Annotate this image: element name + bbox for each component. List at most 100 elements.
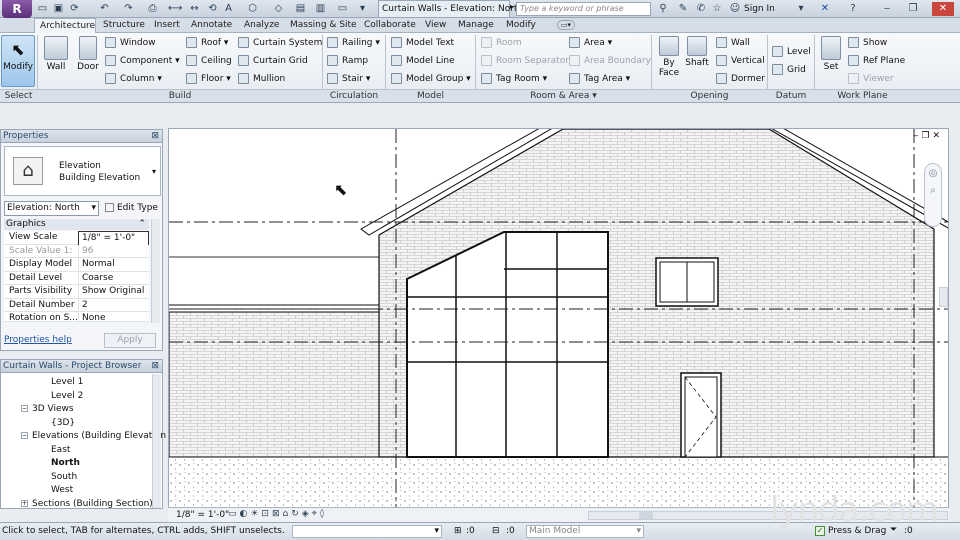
elevation-drawing[interactable] xyxy=(169,129,949,509)
prop-value[interactable]: 2 xyxy=(78,298,149,312)
section-icon[interactable]: ◇ xyxy=(272,2,285,15)
communication-icon[interactable]: ✆ xyxy=(694,2,708,16)
favorites-icon[interactable]: ☆ xyxy=(710,2,724,16)
prop-row[interactable]: View Scale 1/8" = 1'-0" xyxy=(4,231,149,246)
workset-dropdown[interactable]: ▾ xyxy=(292,525,442,538)
sync-icon[interactable]: ⟳ xyxy=(68,2,81,15)
curtain-system-button[interactable]: Curtain System xyxy=(238,36,322,50)
wall-button[interactable]: Wall xyxy=(42,36,70,72)
close-icon[interactable]: ✕ xyxy=(932,2,954,16)
floor-button[interactable]: Floor ▾ xyxy=(186,72,231,86)
binoculars-icon[interactable]: ⚲ xyxy=(656,2,670,16)
design-options-icon[interactable]: ⊟ xyxy=(492,526,500,536)
switch-windows-icon[interactable]: ▭ xyxy=(336,2,349,15)
undo-icon[interactable]: ↶ xyxy=(98,2,111,15)
tree-item-3d-views[interactable]: −3D Views xyxy=(21,403,74,417)
shaft-button[interactable]: Shaft xyxy=(684,36,710,68)
restore-icon[interactable]: ❐ xyxy=(906,2,920,16)
tab-view[interactable]: View xyxy=(425,18,446,33)
level-button[interactable]: Level xyxy=(772,45,811,59)
help-icon[interactable]: ? xyxy=(846,2,860,16)
roof-button[interactable]: Roof ▾ xyxy=(186,36,228,50)
tag-room-button[interactable]: Tag Room ▾ xyxy=(481,72,547,86)
grid-button[interactable]: Grid xyxy=(772,63,806,77)
railing-button[interactable]: Railing ▾ xyxy=(327,36,380,50)
ramp-button[interactable]: Ramp xyxy=(327,54,368,68)
tree-item-elevations[interactable]: − Elevations (Building Elevation xyxy=(21,430,166,444)
set-button[interactable]: Set xyxy=(818,36,844,72)
group-graphics[interactable]: Graphics ⌃ xyxy=(4,219,149,230)
vertical-button[interactable]: Vertical xyxy=(716,54,765,68)
tab-insert[interactable]: Insert xyxy=(154,18,180,33)
search-input[interactable]: Type a keyword or phrase xyxy=(516,2,651,16)
customize-qat-icon[interactable]: ▾ xyxy=(356,2,369,15)
tab-architecture[interactable]: Architecture xyxy=(34,18,96,34)
worksets-icon[interactable]: ⊞ xyxy=(454,526,462,536)
prop-row[interactable]: Parts Visibility Show Original xyxy=(4,285,149,299)
dropdown-icon[interactable]: ▾ xyxy=(794,2,808,16)
tab-modify[interactable]: Modify xyxy=(506,18,536,33)
prop-row[interactable]: Detail Level Coarse xyxy=(4,271,149,285)
navigation-bar[interactable]: ◎ ⌕ xyxy=(924,163,942,227)
thin-lines-icon[interactable]: ▤ xyxy=(294,2,307,15)
curtain-grid-button[interactable]: Curtain Grid xyxy=(238,54,308,68)
prop-value[interactable]: None xyxy=(78,312,149,321)
design-option-dropdown[interactable]: Main Model ▾ xyxy=(526,525,644,538)
panel-label-select[interactable]: Select xyxy=(0,90,37,103)
properties-scrollbar[interactable] xyxy=(151,219,160,323)
door-button[interactable]: Door xyxy=(74,36,102,72)
tree-item-east[interactable]: East xyxy=(51,444,70,458)
component-button[interactable]: Component ▾ xyxy=(105,54,180,68)
prop-row[interactable]: Scale Value 1: 96 xyxy=(4,244,149,258)
model-text-button[interactable]: Model Text xyxy=(391,36,454,50)
user-icon[interactable]: ☺ xyxy=(728,2,742,16)
subscription-icon[interactable]: ✎ xyxy=(676,2,690,16)
expand-icon[interactable]: + xyxy=(21,499,28,507)
prop-row[interactable]: Rotation on S... None xyxy=(4,312,149,322)
tree-item-sections[interactable]: + Sections (Building Section) xyxy=(21,498,153,509)
stair-button[interactable]: Stair ▾ xyxy=(327,72,370,86)
show-button[interactable]: Show xyxy=(848,36,887,50)
window-button[interactable]: Window xyxy=(105,36,156,50)
apply-button[interactable]: Apply xyxy=(104,333,156,348)
minimize-icon[interactable]: ‒ xyxy=(880,2,894,16)
ref-plane-button[interactable]: Ref Plane xyxy=(848,54,905,68)
properties-help-link[interactable]: Properties help xyxy=(4,335,72,345)
modify-button[interactable]: ⬉ Modify xyxy=(1,35,35,87)
tag-area-button[interactable]: Tag Area ▾ xyxy=(569,72,630,86)
edit-type-button[interactable]: Edit Type xyxy=(105,201,158,216)
tag-icon[interactable]: ⟲ xyxy=(206,2,219,15)
wall-opening-button[interactable]: Wall xyxy=(716,36,750,50)
3d-view-icon[interactable]: ⬡ xyxy=(246,2,259,15)
print-icon[interactable]: ⎙ xyxy=(146,2,159,15)
view-scale-button[interactable]: 1/8" = 1'-0" xyxy=(176,510,229,520)
area-boundary-button[interactable]: Area Boundary xyxy=(569,54,651,68)
collapse-icon[interactable]: − xyxy=(21,432,28,439)
viewer-button[interactable]: Viewer xyxy=(848,72,894,86)
dimension-icon[interactable]: ↔ xyxy=(188,2,201,15)
mullion-button[interactable]: Mullion xyxy=(238,72,285,86)
drawing-view[interactable]: ‒ ❐ ✕ ◎ ⌕ xyxy=(168,128,949,509)
tab-massing-site[interactable]: Massing & Site xyxy=(290,18,357,33)
room-separator-button[interactable]: Room Separator xyxy=(481,54,569,68)
ribbon-minimize-icon[interactable]: ▭▾ xyxy=(557,20,575,30)
tab-collaborate[interactable]: Collaborate xyxy=(364,18,416,33)
model-group-button[interactable]: Model Group ▾ xyxy=(391,72,471,86)
steering-wheel-icon[interactable]: ◎ xyxy=(925,168,941,179)
dormer-button[interactable]: Dormer xyxy=(716,72,765,86)
close-hidden-icon[interactable]: ▥ xyxy=(314,2,327,15)
save-icon[interactable]: ▣ xyxy=(52,2,65,15)
restore-icon[interactable]: ❐ xyxy=(922,131,930,141)
open-icon[interactable]: ▭ xyxy=(36,2,49,15)
tree-item-level-2[interactable]: Level 2 xyxy=(51,390,83,404)
tab-manage[interactable]: Manage xyxy=(458,18,494,33)
area-button[interactable]: Area ▾ xyxy=(569,36,612,50)
tab-annotate[interactable]: Annotate xyxy=(191,18,232,33)
measure-icon[interactable]: ⟷ xyxy=(168,2,182,15)
tab-structure[interactable]: Structure xyxy=(103,18,145,33)
column-button[interactable]: Column ▾ xyxy=(105,72,162,86)
tree-item-level-1[interactable]: Level 1 xyxy=(51,376,83,390)
tree-item-north[interactable]: North xyxy=(51,457,80,471)
zoom-icon[interactable]: ⌕ xyxy=(925,185,941,196)
tab-analyze[interactable]: Analyze xyxy=(244,18,279,33)
